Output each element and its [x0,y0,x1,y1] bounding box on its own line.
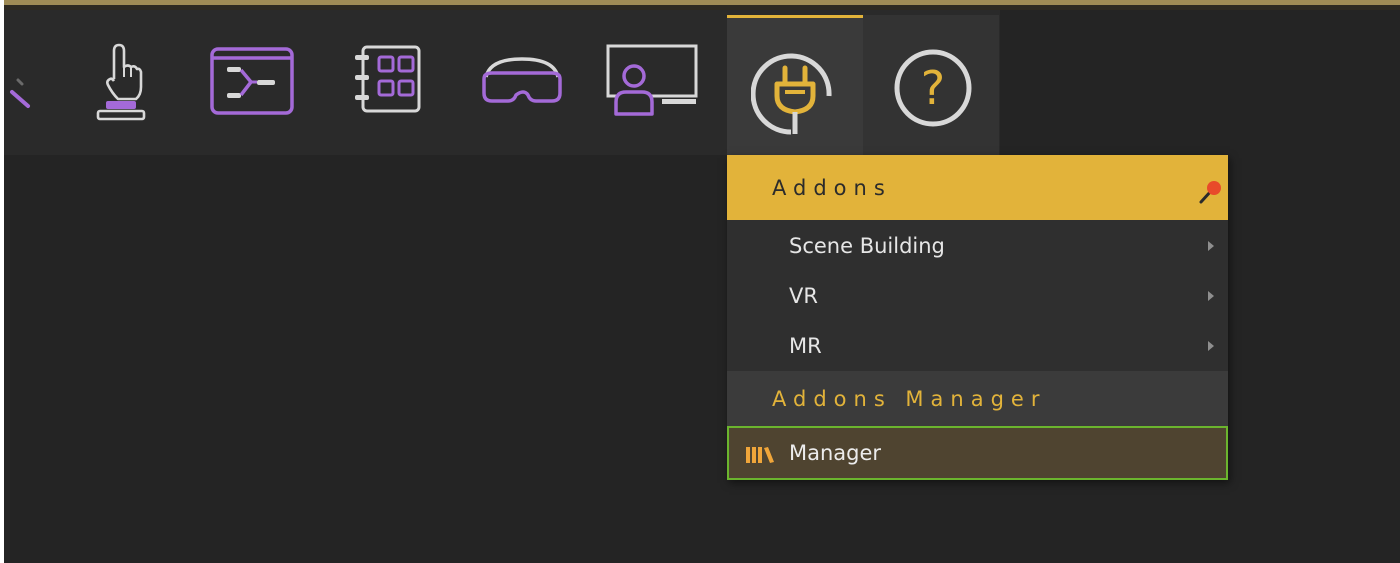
presentation-button[interactable] [606,35,698,125]
grid-panel-button[interactable] [349,35,429,125]
library-books-icon [745,445,775,469]
chevron-right-icon [1208,291,1214,301]
app-window: ? Addons Scene Building VR MR Addons Man… [4,0,1400,563]
help-question-glyph: ? [920,61,946,115]
menu-item-mr[interactable]: MR [727,321,1228,371]
flow-editor-button[interactable] [209,35,295,125]
chevron-right-icon [1208,341,1214,351]
tab-addons[interactable] [727,15,863,155]
vr-button[interactable] [482,35,562,125]
menu-header-addons-label: Addons [772,175,892,200]
menu-header-manager-label: Addons Manager [772,386,1047,411]
presenter-screen-icon [602,42,702,118]
flow-editor-icon [209,43,295,117]
chevron-right-icon [1208,241,1214,251]
grid-panel-icon [349,43,429,117]
menu-header-addons: Addons [727,155,1228,220]
vr-headset-icon [476,43,568,117]
menu-item-label: MR [789,334,822,358]
menu-item-label: Manager [789,441,882,465]
pin-icon[interactable] [1198,179,1222,210]
draw-tool-button[interactable] [4,35,62,125]
menu-item-vr[interactable]: VR [727,271,1228,321]
draw-tool-icon [4,40,52,120]
tab-help[interactable]: ? [863,15,999,155]
menu-item-manager[interactable]: Manager [727,426,1228,480]
addons-menu: Addons Scene Building VR MR Addons Manag… [727,155,1228,480]
interaction-button[interactable] [76,35,156,125]
hand-press-button-icon [84,37,148,123]
menu-item-label: Scene Building [789,234,945,258]
plug-icon [750,52,839,144]
menu-header-addons-manager: Addons Manager [727,371,1228,426]
menu-item-scene-building[interactable]: Scene Building [727,221,1228,271]
menu-item-label: VR [789,284,818,308]
